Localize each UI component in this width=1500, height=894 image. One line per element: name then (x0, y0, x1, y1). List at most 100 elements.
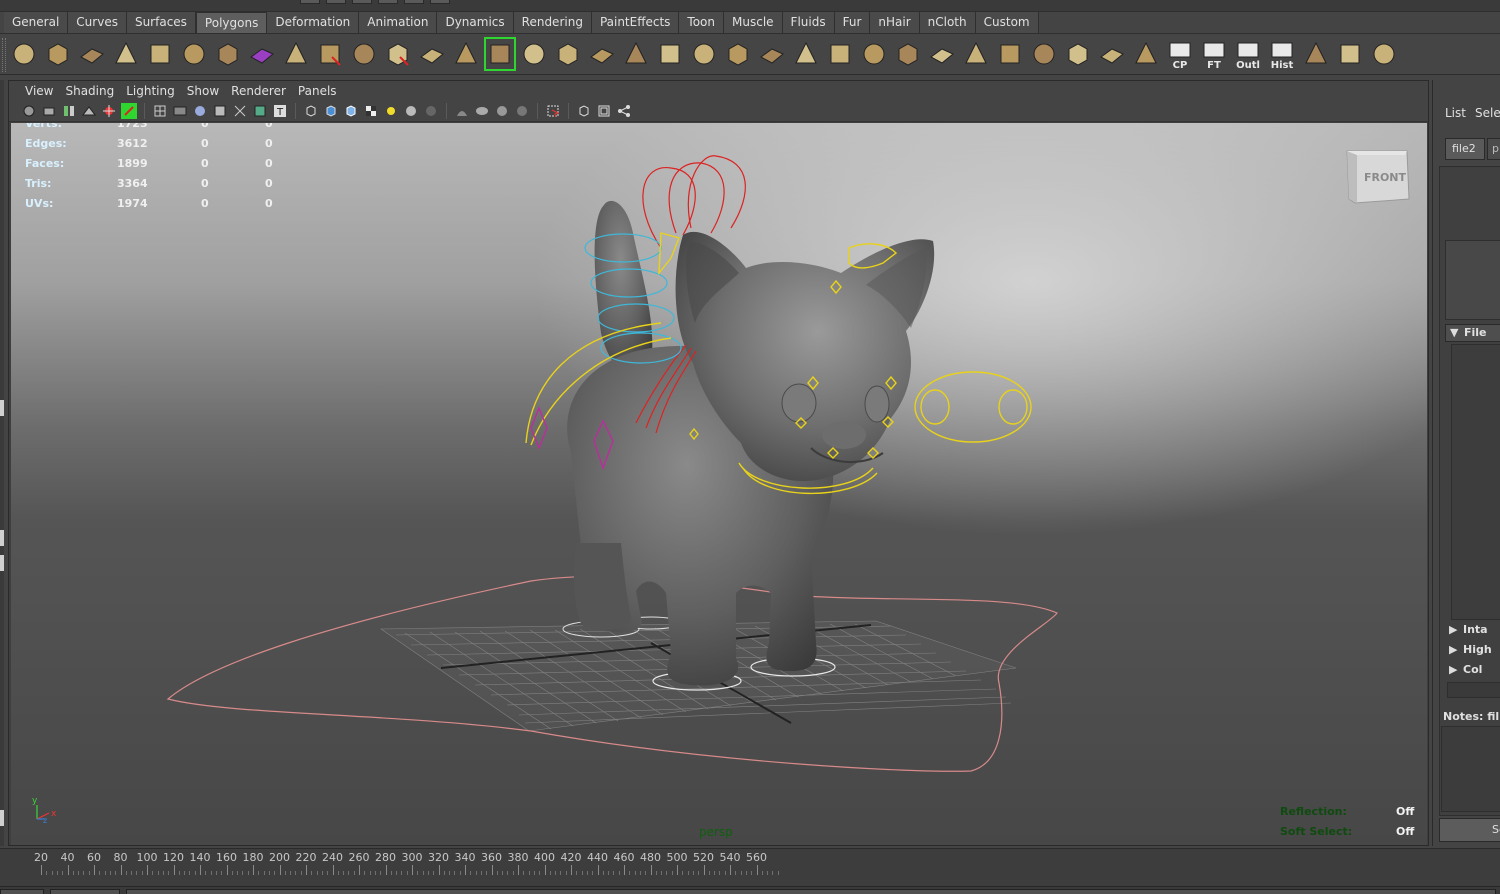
range-bar[interactable] (126, 889, 1496, 894)
uv-editor-icon[interactable] (1130, 37, 1162, 71)
viewport-scene[interactable]: FRONT y x z Verts: 1723 0 0 Edges: 3612 0 0 Face… (11, 123, 1427, 845)
poly-soccer-ball-icon[interactable] (280, 37, 312, 71)
grid-toggle-icon[interactable] (172, 103, 188, 119)
outliner-icon[interactable]: Outl (1232, 37, 1264, 71)
shelf-tab-surfaces[interactable]: Surfaces (126, 12, 196, 33)
textured-icon[interactable] (363, 103, 379, 119)
poly-pyramid-icon[interactable] (212, 37, 244, 71)
bookmark-icon[interactable] (61, 103, 77, 119)
shelf-grip[interactable] (2, 38, 6, 72)
shadows-icon[interactable] (403, 103, 419, 119)
range-start-field[interactable] (0, 889, 44, 894)
xray-icon[interactable] (474, 103, 490, 119)
grease-pencil-icon[interactable] (121, 103, 137, 119)
xray-joints-icon[interactable] (494, 103, 510, 119)
shelf-tab-dynamics[interactable]: Dynamics (437, 12, 514, 33)
viewport-menu-renderer[interactable]: Renderer (225, 81, 292, 101)
poly-cone-icon[interactable] (110, 37, 142, 71)
select-camera-icon[interactable] (21, 103, 37, 119)
film-gate-icon[interactable] (192, 103, 208, 119)
combine-icon[interactable] (314, 37, 346, 71)
view-cube-label[interactable]: FRONT (1364, 171, 1407, 184)
shelf-tab-ncloth[interactable]: nCloth (919, 12, 976, 33)
camera-attributes-icon[interactable] (41, 103, 57, 119)
smooth-icon[interactable] (416, 37, 448, 71)
uv-automatic-icon[interactable] (1096, 37, 1128, 71)
time-slider[interactable]: 20 40 60 80 100 120 140 160 180 200 220 240 260 280 30… (0, 848, 1500, 886)
uv-planar-icon[interactable] (994, 37, 1026, 71)
viewport-menu-show[interactable]: Show (181, 81, 225, 101)
screen-space-ao-icon[interactable] (423, 103, 439, 119)
four-view-icon[interactable] (596, 103, 612, 119)
section-interactive[interactable]: ▶ Inta (1449, 622, 1500, 640)
extract-icon[interactable] (382, 37, 414, 71)
select-button[interactable]: Se (1439, 818, 1500, 842)
left-edge-marker[interactable] (0, 530, 4, 546)
poly-pipe-icon[interactable] (246, 37, 278, 71)
wireframe-shading-icon[interactable] (303, 103, 319, 119)
separate-icon[interactable] (348, 37, 380, 71)
left-edge-marker[interactable] (0, 555, 4, 571)
chamfer-icon[interactable] (824, 37, 856, 71)
use-all-lights-icon[interactable] (383, 103, 399, 119)
insert-edge-loop-icon[interactable] (586, 37, 618, 71)
single-view-icon[interactable] (576, 103, 592, 119)
shelf-tab-polygons[interactable]: Polygons (195, 12, 268, 33)
bevel-icon[interactable] (654, 37, 686, 71)
shelf-tab-rendering[interactable]: Rendering (513, 12, 592, 33)
shelf-tab-fur[interactable]: Fur (834, 12, 871, 33)
triangulate-icon[interactable] (892, 37, 924, 71)
poly-cube-icon[interactable] (42, 37, 74, 71)
status-line-nub[interactable] (300, 0, 320, 4)
shelf-tab-muscle[interactable]: Muscle (724, 12, 783, 33)
left-edge-marker[interactable] (0, 810, 4, 826)
viewport-menu-panels[interactable]: Panels (292, 81, 343, 101)
node-editor-icon[interactable] (616, 103, 632, 119)
xray-components-icon[interactable] (514, 103, 530, 119)
2d-pan-zoom-icon[interactable] (101, 103, 117, 119)
mirror-icon[interactable] (960, 37, 992, 71)
poly-sphere-icon[interactable] (8, 37, 40, 71)
poly-cylinder-icon[interactable] (76, 37, 108, 71)
extrude-icon[interactable] (450, 37, 482, 71)
wedge-icon[interactable] (688, 37, 720, 71)
uv-cylindrical-icon[interactable] (1028, 37, 1060, 71)
history-icon[interactable]: Hist (1266, 37, 1298, 71)
shelf-tab-deformation[interactable]: Deformation (267, 12, 360, 33)
collapse-icon[interactable] (858, 37, 890, 71)
section-file-attributes[interactable]: ▼ File (1445, 324, 1500, 342)
status-line-nub[interactable] (430, 0, 450, 4)
gate-mask-icon[interactable] (232, 103, 248, 119)
range-slider[interactable] (0, 886, 1500, 894)
menu-select[interactable]: Selec (1475, 106, 1500, 120)
range-start-field[interactable] (50, 889, 120, 894)
viewport-menu-lighting[interactable]: Lighting (120, 81, 181, 101)
append-polygon-icon[interactable] (518, 37, 550, 71)
uv-layout-icon[interactable] (1368, 37, 1400, 71)
notes-field[interactable] (1441, 726, 1500, 812)
offset-edge-loop-icon[interactable] (620, 37, 652, 71)
shelf-tab-animation[interactable]: Animation (359, 12, 438, 33)
safe-title-icon[interactable]: T (272, 103, 288, 119)
shelf-tab-toon[interactable]: Toon (679, 12, 725, 33)
shelf-tab-curves[interactable]: Curves (68, 12, 127, 33)
shelf-tab-painteffects[interactable]: PaintEffects (591, 12, 680, 33)
status-line-nub[interactable] (352, 0, 372, 4)
wireframe-icon[interactable] (152, 103, 168, 119)
cp-icon[interactable]: CP (1164, 37, 1196, 71)
section-color-balance[interactable]: ▶ Col (1449, 662, 1500, 680)
shelf-tab-general[interactable]: General (4, 12, 69, 33)
shelf-tab-custom[interactable]: Custom (975, 12, 1039, 33)
split-polygon-icon[interactable] (552, 37, 584, 71)
paint-select-icon[interactable] (1334, 37, 1366, 71)
smooth-shading-icon[interactable] (323, 103, 339, 119)
shelf-tab-fluids[interactable]: Fluids (782, 12, 835, 33)
section-hardware[interactable]: ▶ High (1449, 642, 1500, 660)
uv-spherical-icon[interactable] (1062, 37, 1094, 71)
merge-vertices-icon[interactable] (756, 37, 788, 71)
left-edge-marker[interactable] (0, 400, 4, 416)
poly-torus-icon[interactable] (178, 37, 210, 71)
fill-hole-icon[interactable] (790, 37, 822, 71)
select-tool-icon[interactable] (545, 103, 561, 119)
status-line-nub[interactable] (404, 0, 424, 4)
